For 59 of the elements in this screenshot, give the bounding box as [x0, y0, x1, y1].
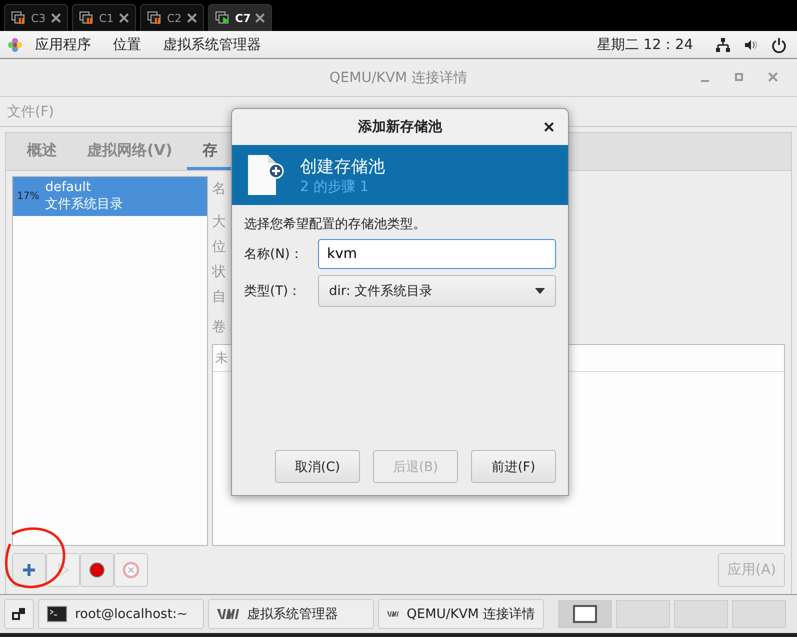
- vm-tab[interactable]: C2: [140, 4, 204, 31]
- pause-status-icon: [11, 11, 27, 25]
- window-title: QEMU/KVM 连接详情: [329, 68, 468, 86]
- taskbar-item[interactable]: QEMU/KVM 连接详情: [378, 599, 544, 629]
- vm-tab-label: C2: [167, 12, 183, 24]
- flower-icon[interactable]: [7, 36, 23, 52]
- detail-label: 名: [212, 180, 226, 198]
- pause-status-icon: [79, 11, 95, 25]
- dialog-button[interactable]: 前进(F): [471, 450, 556, 483]
- close-icon[interactable]: [544, 122, 554, 132]
- taskbar-item[interactable]: 虚拟系统管理器: [208, 599, 374, 629]
- close-icon[interactable]: [51, 13, 61, 23]
- name-field[interactable]: kvm: [318, 239, 556, 269]
- dropdown-arrow-icon: [535, 288, 545, 294]
- vm-tab-label: C7: [235, 12, 251, 24]
- plus-icon: [22, 563, 36, 577]
- vm-tab-label: C1: [99, 12, 115, 24]
- windows-icon: [12, 607, 26, 621]
- dialog-title: 添加新存储池: [358, 118, 442, 136]
- network-icon[interactable]: [715, 36, 731, 52]
- top-menu[interactable]: 应用程序: [35, 36, 91, 54]
- play-status-icon: [215, 11, 231, 25]
- stop-button[interactable]: [80, 553, 114, 587]
- taskbar-item[interactable]: root@localhost:~: [38, 599, 204, 629]
- new-document-icon: [246, 153, 286, 197]
- vm-logo-icon: [217, 608, 239, 620]
- detail-label: 状: [212, 263, 226, 281]
- detail-label: 大: [212, 213, 226, 231]
- vm-tab-label: C3: [31, 12, 47, 24]
- vm-tab[interactable]: C1: [72, 4, 136, 31]
- step-counter: 2 的步骤 1: [300, 178, 370, 196]
- pool-name: default: [45, 180, 92, 195]
- step-title: 创建存储池: [300, 156, 385, 178]
- record-icon: [89, 562, 105, 578]
- window-list-button[interactable]: [4, 599, 34, 629]
- field-label: 类型(T)：: [244, 283, 302, 300]
- type-dropdown[interactable]: dir: 文件系统目录: [318, 275, 556, 307]
- workspace-button[interactable]: [558, 600, 612, 628]
- play-icon: [57, 563, 69, 577]
- dialog-button[interactable]: 取消(C): [275, 450, 360, 483]
- vm-tab[interactable]: C3: [4, 4, 68, 31]
- pause-status-icon: [147, 11, 163, 25]
- detail-label: 自: [212, 288, 226, 306]
- add-button[interactable]: [12, 553, 46, 587]
- prompt-text: 选择您希望配置的存储池类型。: [244, 216, 427, 233]
- pool-type: 文件系统目录: [45, 196, 124, 213]
- power-icon[interactable]: [771, 36, 787, 52]
- top-menu[interactable]: 虚拟系统管理器: [163, 36, 261, 54]
- close-icon[interactable]: [119, 13, 129, 23]
- volumes-label: 卷: [212, 318, 226, 336]
- usage-label: 17%: [17, 191, 40, 202]
- field-label: 名称(N)：: [244, 246, 304, 263]
- vm-tab[interactable]: C7: [208, 4, 272, 31]
- clock[interactable]: 星期二 12：24: [596, 36, 693, 54]
- x-circle-icon: [122, 561, 140, 579]
- top-menu[interactable]: 位置: [113, 36, 141, 54]
- terminal-icon: [47, 606, 67, 622]
- detail-label: 位: [212, 238, 226, 256]
- close-icon[interactable]: [187, 13, 197, 23]
